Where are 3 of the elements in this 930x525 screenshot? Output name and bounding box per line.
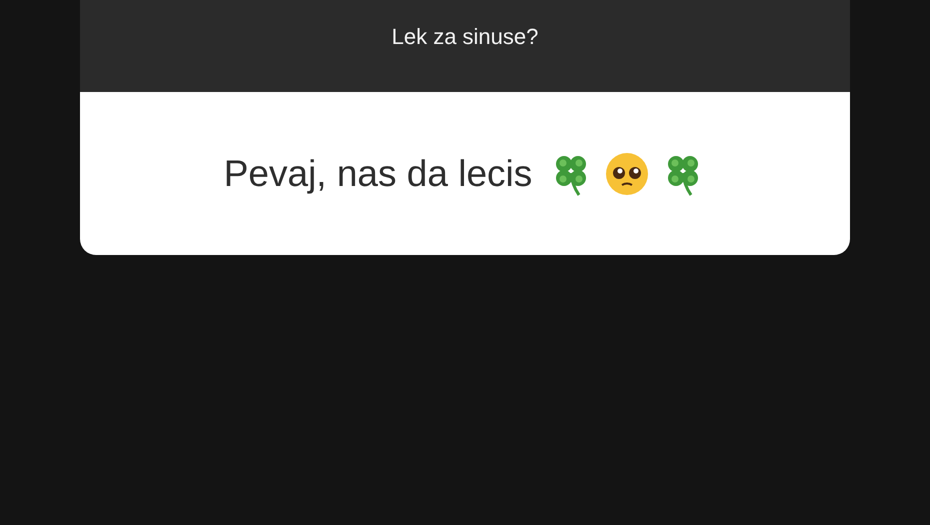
pleading-face-icon xyxy=(604,150,650,196)
question-text: Lek za sinuse? xyxy=(392,24,538,50)
answer-text: Pevaj, nas da lecis xyxy=(224,152,532,194)
